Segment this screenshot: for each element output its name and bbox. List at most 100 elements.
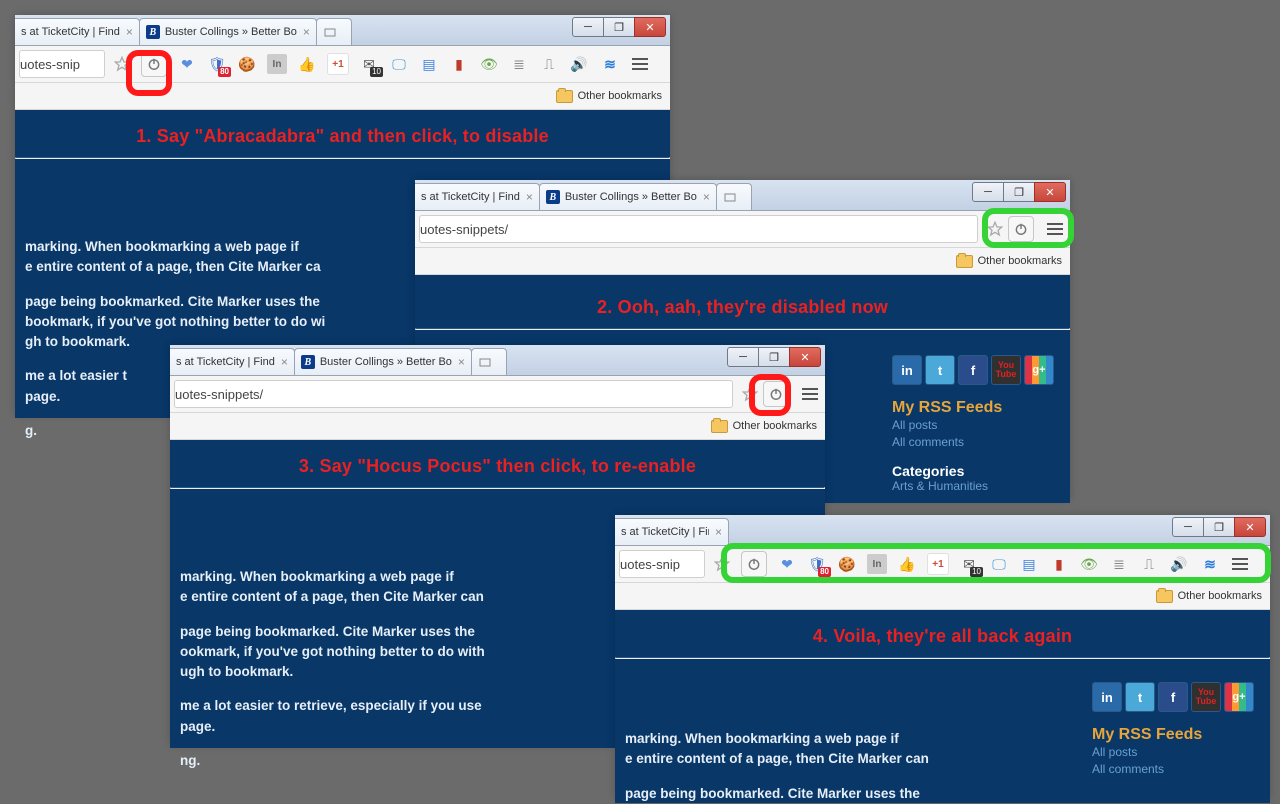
page-body-text: marking. When bookmarking a web page ife…: [615, 729, 1005, 804]
youtube-icon[interactable]: YouTube: [1191, 682, 1221, 712]
document-icon[interactable]: ▤: [419, 54, 439, 74]
favicon-b-icon: B: [301, 355, 315, 369]
monitor-icon[interactable]: 🖵: [389, 54, 409, 74]
cookie-icon[interactable]: 🍪: [237, 54, 257, 74]
other-bookmarks-link[interactable]: Other bookmarks: [978, 255, 1062, 267]
window-maximize-button[interactable]: ❐: [1003, 182, 1035, 202]
caption-2: 2. Ooh, aah, they're disabled now: [415, 275, 1070, 328]
toolbar-1: uotes-snip ❤ 🛡80 🍪 In 👍 +1 ✉10 🖵 ▤ ▮ 👁 ≣…: [15, 46, 670, 83]
sidebar-2: in t f YouTube g+ My RSS Feeds All posts…: [892, 355, 1054, 493]
lines-icon[interactable]: ≣: [509, 54, 529, 74]
social-icons: in t f YouTube g+: [892, 355, 1054, 385]
twitter-icon[interactable]: t: [925, 355, 955, 385]
rss-title: My RSS Feeds: [892, 399, 1054, 417]
bookmark-bar: Other bookmarks: [415, 248, 1070, 275]
window-close-button[interactable]: ✕: [1234, 517, 1266, 537]
omnibox[interactable]: uotes-snip: [19, 50, 105, 78]
tab-close-icon[interactable]: ×: [703, 190, 710, 204]
window-minimize-button[interactable]: ─: [972, 182, 1004, 202]
sidebar-4: in t f YouTube g+ My RSS Feeds All posts…: [1092, 682, 1254, 778]
tab-close-icon[interactable]: ×: [458, 355, 465, 369]
tab-ticketcity[interactable]: s at TicketCity | Find ×: [170, 348, 295, 375]
bookmark-bar: Other bookmarks: [170, 413, 825, 440]
folder-icon: [1156, 590, 1173, 603]
linkedin-ext-icon[interactable]: In: [267, 54, 287, 74]
chrome-menu-icon[interactable]: [629, 54, 651, 74]
caption-3: 3. Say "Hocus Pocus" then click, to re-e…: [170, 440, 825, 487]
window-maximize-button[interactable]: ❐: [1203, 517, 1235, 537]
tabstrip-1: s at TicketCity | Find × B Buster Collin…: [15, 15, 670, 46]
facebook-icon[interactable]: f: [958, 355, 988, 385]
highlight-green-2: [721, 543, 1271, 583]
linkedin-icon[interactable]: in: [1092, 682, 1122, 712]
thumbsup-icon[interactable]: 👍: [297, 54, 317, 74]
twitter-icon[interactable]: t: [1125, 682, 1155, 712]
extension-icons-row: ❤ 🛡80 🍪 In 👍 +1 ✉10 🖵 ▤ ▮ 👁 ≣ ⎍ 🔊 ≋: [135, 51, 651, 77]
window-close-button[interactable]: ✕: [634, 17, 666, 37]
folder-icon: [956, 255, 973, 268]
new-tab-button[interactable]: [471, 348, 507, 375]
eye-icon[interactable]: 👁: [479, 54, 499, 74]
window-minimize-button[interactable]: ─: [1172, 517, 1204, 537]
tab-ticketcity[interactable]: s at TicketCity | Find ×: [415, 183, 540, 210]
tab-buster[interactable]: B Buster Collings » Better Bo ×: [139, 18, 317, 45]
youtube-icon[interactable]: YouTube: [991, 355, 1021, 385]
folder-icon: [556, 90, 573, 103]
tab-close-icon[interactable]: ×: [303, 25, 310, 39]
highlight-red-1: [126, 50, 172, 96]
omnibox[interactable]: uotes-snippets/: [419, 215, 978, 243]
tab-close-icon[interactable]: ×: [126, 25, 133, 39]
highlight-green-1: [982, 208, 1074, 248]
heart-icon[interactable]: ❤: [177, 54, 197, 74]
inbox-icon[interactable]: ✉10: [359, 54, 379, 74]
tab-close-icon[interactable]: ×: [281, 355, 288, 369]
rss-all-posts[interactable]: All posts: [892, 417, 1054, 434]
other-bookmarks-link[interactable]: Other bookmarks: [578, 90, 662, 102]
tab-buster[interactable]: B Buster Collings » Better Bo ×: [294, 348, 472, 375]
bookmark-bar: Other bookmarks: [615, 583, 1270, 610]
new-tab-button[interactable]: [316, 18, 352, 45]
omnibox[interactable]: uotes-snip: [619, 550, 705, 578]
page-content-4: 4. Voila, they're all back again marking…: [615, 610, 1270, 803]
window-close-button[interactable]: ✕: [789, 347, 821, 367]
tab-buster[interactable]: B Buster Collings » Better Bo ×: [539, 183, 717, 210]
tabstrip-3: s at TicketCity | Find × B Buster Collin…: [170, 345, 825, 376]
gplus-icon[interactable]: +1: [327, 53, 349, 75]
facebook-icon[interactable]: f: [1158, 682, 1188, 712]
toolbar-2: uotes-snippets/: [415, 211, 1070, 248]
tabstrip-2: s at TicketCity | Find × B Buster Collin…: [415, 180, 1070, 211]
other-bookmarks-link[interactable]: Other bookmarks: [733, 420, 817, 432]
googleplus-icon[interactable]: g+: [1024, 355, 1054, 385]
book-icon[interactable]: ▮: [449, 54, 469, 74]
shield-icon[interactable]: 🛡80: [207, 54, 227, 74]
window-minimize-button[interactable]: ─: [572, 17, 604, 37]
chrome-menu-icon[interactable]: [799, 384, 821, 404]
caption-1: 1. Say "Abracadabra" and then click, to …: [15, 110, 670, 157]
window-minimize-button[interactable]: ─: [727, 347, 759, 367]
waves-icon[interactable]: ≋: [599, 54, 619, 74]
other-bookmarks-link[interactable]: Other bookmarks: [1178, 590, 1262, 602]
tab-ticketcity[interactable]: s at TicketCity | Find ×: [615, 518, 729, 545]
sound-icon[interactable]: 🔊: [569, 54, 589, 74]
rss-title: My RSS Feeds: [1092, 726, 1254, 744]
tab-close-icon[interactable]: ×: [715, 525, 722, 539]
panel-4: s at TicketCity | Find × ─ ❐ ✕ uotes-sni…: [615, 515, 1270, 800]
window-maximize-button[interactable]: ❐: [603, 17, 635, 37]
new-tab-button[interactable]: [716, 183, 752, 210]
pulse-icon[interactable]: ⎍: [539, 54, 559, 74]
tab-close-icon[interactable]: ×: [526, 190, 533, 204]
tab-ticketcity[interactable]: s at TicketCity | Find ×: [15, 18, 140, 45]
favicon-b-icon: B: [546, 190, 560, 204]
window-close-button[interactable]: ✕: [1034, 182, 1066, 202]
rss-all-comments[interactable]: All comments: [892, 434, 1054, 451]
rss-all-comments[interactable]: All comments: [1092, 761, 1254, 778]
rss-all-posts[interactable]: All posts: [1092, 744, 1254, 761]
highlight-red-2: [749, 374, 791, 416]
window-maximize-button[interactable]: ❐: [758, 347, 790, 367]
linkedin-icon[interactable]: in: [892, 355, 922, 385]
omnibox[interactable]: uotes-snippets/: [174, 380, 733, 408]
caption-4: 4. Voila, they're all back again: [615, 610, 1270, 657]
googleplus-icon[interactable]: g+: [1224, 682, 1254, 712]
category-link[interactable]: Arts & Humanities: [892, 479, 1054, 493]
favicon-b-icon: B: [146, 25, 160, 39]
